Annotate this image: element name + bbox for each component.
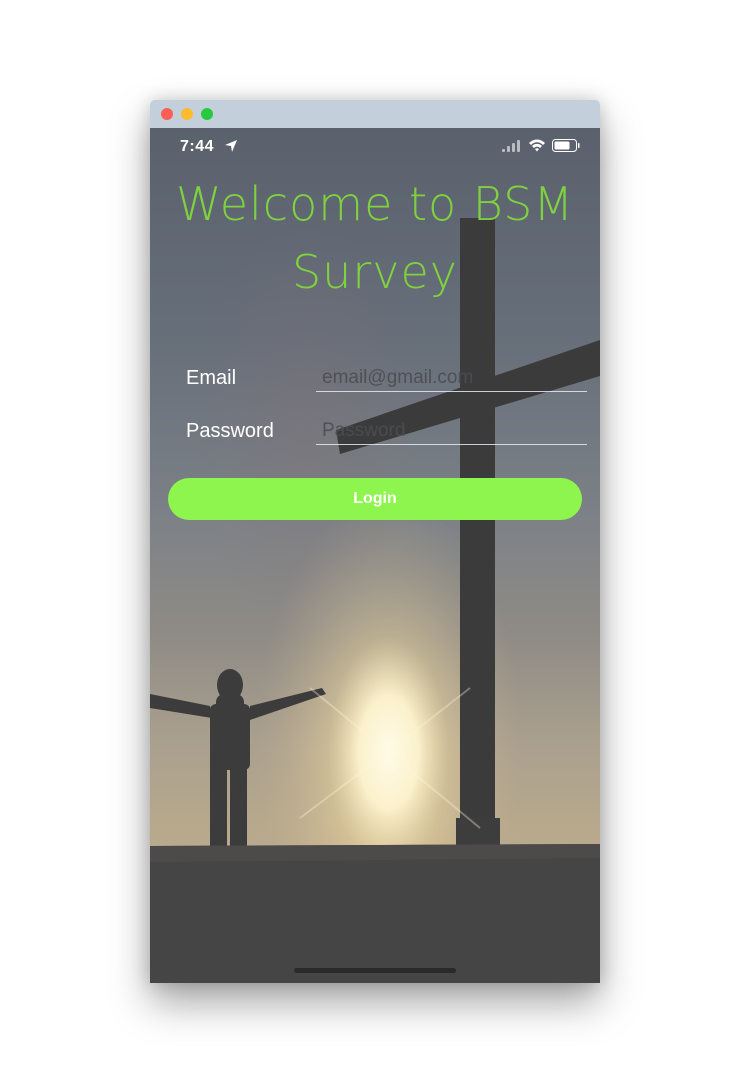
maximize-window-button[interactable] (201, 108, 213, 120)
wifi-icon (529, 139, 545, 152)
welcome-title: Welcome to BSM Survey (150, 170, 600, 306)
cellular-signal-icon (502, 140, 520, 152)
minimize-window-button[interactable] (181, 108, 193, 120)
status-bar: 7:44 (150, 128, 600, 168)
password-label: Password (186, 420, 274, 442)
email-label: Email (186, 367, 237, 389)
home-indicator (294, 968, 456, 973)
status-time: 7:44 (180, 138, 215, 155)
simulator-window: 7:44 Welcome to BSM Survey Email email@g… (150, 100, 600, 983)
phone-screen: 7:44 Welcome to BSM Survey Email email@g… (150, 128, 600, 983)
close-window-button[interactable] (161, 108, 173, 120)
login-button[interactable]: Login (168, 478, 582, 520)
password-field[interactable] (316, 417, 587, 445)
window-titlebar (150, 100, 600, 128)
battery-icon (552, 139, 580, 152)
email-field[interactable] (316, 364, 587, 392)
location-arrow-icon (225, 140, 237, 152)
welcome-title-line2: Survey (291, 245, 458, 299)
welcome-title-line1: Welcome to BSM (175, 177, 575, 231)
